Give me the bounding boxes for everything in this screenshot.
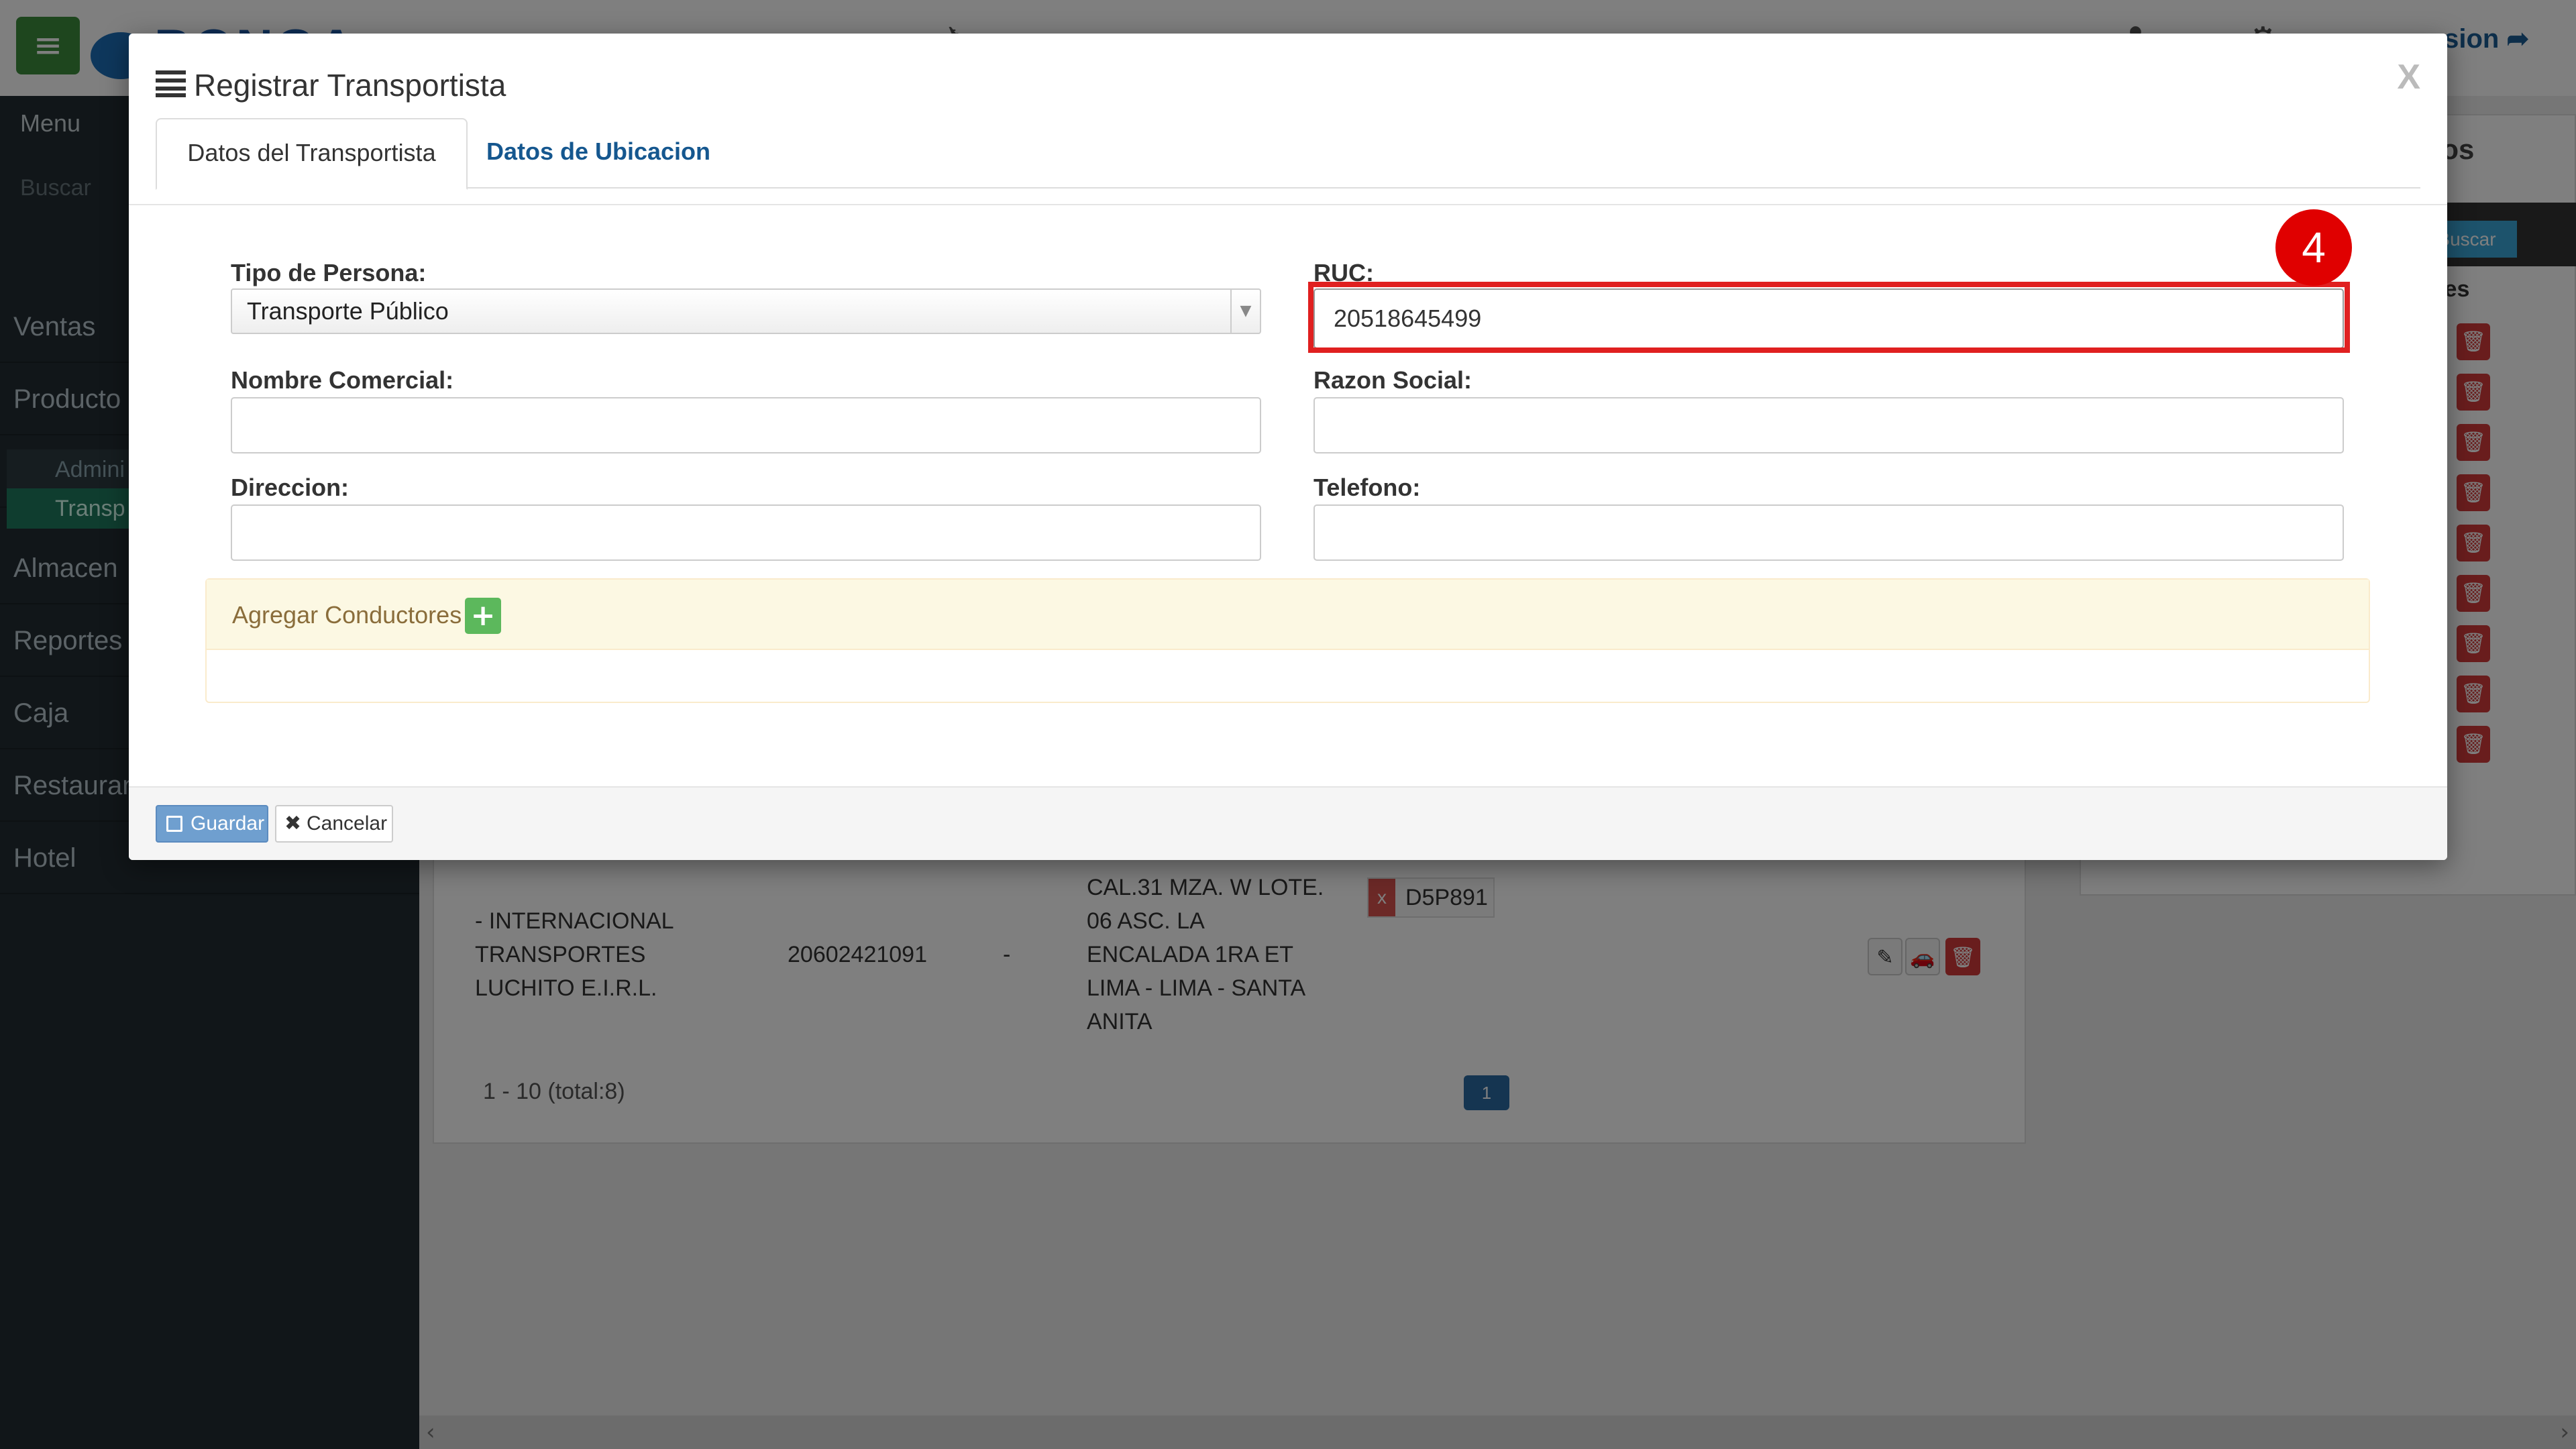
- tipo-persona-value: Transporte Público: [247, 297, 449, 325]
- modal-title: Registrar Transportista: [194, 68, 506, 103]
- tipo-persona-label: Tipo de Persona:: [231, 259, 427, 286]
- tab-datos-transportista[interactable]: Datos del Transportista: [156, 118, 468, 190]
- list-icon: [156, 70, 186, 97]
- add-conductor-button[interactable]: +: [465, 598, 501, 634]
- telefono-input[interactable]: [1313, 504, 2344, 561]
- floppy-disk-icon: [166, 816, 182, 832]
- modal-header: Registrar Transportista X Datos del Tran…: [129, 34, 2447, 205]
- cancel-button[interactable]: ✖ Cancelar: [275, 805, 393, 843]
- nombre-comercial-label: Nombre Comercial:: [231, 366, 454, 394]
- modal-tabs: Datos del Transportista Datos de Ubicaci…: [156, 118, 2420, 190]
- header-divider: [129, 204, 2447, 205]
- direccion-label: Direccion:: [231, 474, 350, 501]
- conductores-panel: Agregar Conductores +: [205, 578, 2370, 703]
- tipo-persona-select[interactable]: Transporte Público ▼: [231, 288, 1261, 334]
- nombre-comercial-input[interactable]: [231, 397, 1261, 453]
- conductores-panel-header: Agregar Conductores +: [207, 580, 2369, 650]
- close-icon: ✖: [284, 812, 302, 835]
- close-icon[interactable]: X: [2397, 57, 2420, 97]
- modal-footer: Guardar ✖ Cancelar: [129, 786, 2447, 860]
- direccion-input[interactable]: [231, 504, 1261, 561]
- step-number-badge: 4: [2275, 209, 2352, 286]
- razon-social-input[interactable]: [1313, 397, 2344, 453]
- conductores-label: Agregar Conductores: [232, 601, 462, 629]
- cancel-button-label: Cancelar: [307, 812, 388, 835]
- razon-social-label: Razon Social:: [1313, 366, 1472, 394]
- save-button[interactable]: Guardar: [156, 805, 268, 843]
- ruc-highlight-box: [1308, 282, 2350, 353]
- chevron-down-icon: ▼: [1230, 290, 1260, 333]
- save-button-label: Guardar: [191, 812, 265, 835]
- registrar-transportista-modal: Registrar Transportista X Datos del Tran…: [129, 34, 2447, 860]
- telefono-label: Telefono:: [1313, 474, 1421, 501]
- tab-datos-ubicacion[interactable]: Datos de Ubicacion: [471, 118, 726, 189]
